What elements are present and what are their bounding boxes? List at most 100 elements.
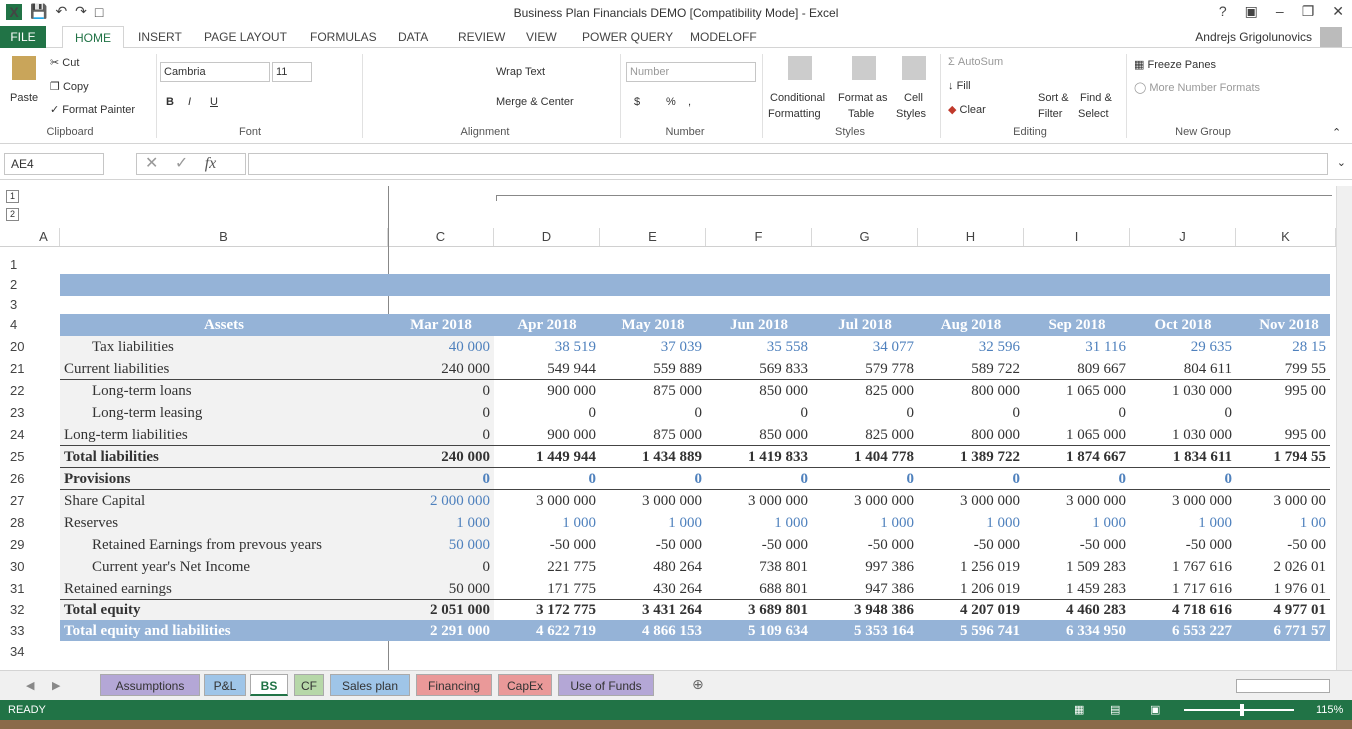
data-cell[interactable]: 3 000 000 (1130, 490, 1236, 512)
data-cell[interactable]: 900 000 (494, 424, 600, 446)
data-cell[interactable]: 738 801 (706, 556, 812, 578)
row-label[interactable]: Reserves (60, 512, 388, 534)
row-header[interactable]: 23 (0, 402, 28, 424)
data-cell[interactable]: 569 833 (706, 358, 812, 380)
data-cell[interactable]: 0 (1130, 402, 1236, 424)
data-cell[interactable]: 3 000 000 (812, 490, 918, 512)
data-cell[interactable]: 32 596 (918, 336, 1024, 358)
data-cell[interactable]: 40 000 (388, 336, 494, 358)
data-cell[interactable]: 1 404 778 (812, 446, 918, 468)
data-cell[interactable]: 1 717 616 (1130, 578, 1236, 600)
column-header-a[interactable]: A (28, 228, 60, 246)
data-cell[interactable]: 995 00 (1236, 424, 1330, 446)
data-cell[interactable]: 0 (812, 402, 918, 424)
data-cell[interactable]: 1 459 283 (1024, 578, 1130, 600)
data-cell[interactable]: 1 509 283 (1024, 556, 1130, 578)
cancel-icon[interactable]: ✕ (145, 155, 158, 172)
tab-power-query[interactable]: POWER QUERY (582, 26, 673, 48)
cell-styles-button[interactable]: Cell (904, 92, 923, 104)
insert-function-button[interactable]: fx (205, 155, 217, 172)
data-cell[interactable]: 589 722 (918, 358, 1024, 380)
row-header[interactable]: 1 (0, 254, 28, 276)
data-cell[interactable]: -50 000 (1130, 534, 1236, 556)
data-cell[interactable]: 50 000 (388, 578, 494, 600)
column-header-c[interactable]: C (388, 228, 494, 246)
row-label[interactable]: Current liabilities (60, 358, 388, 380)
data-cell[interactable]: 559 889 (600, 358, 706, 380)
underline-button[interactable]: U (210, 96, 218, 108)
clear-button[interactable]: ◆ Clear (948, 103, 986, 116)
data-cell[interactable]: 1 874 667 (1024, 446, 1130, 468)
user-name[interactable]: Andrejs Grigolunovics (1195, 30, 1312, 44)
data-cell[interactable]: 0 (600, 468, 706, 490)
wrap-text-button[interactable]: Wrap Text (496, 66, 545, 78)
tab-insert[interactable]: INSERT (138, 26, 182, 48)
merge-center-button[interactable]: Merge & Center (496, 96, 574, 108)
month-header[interactable]: Apr 2018 (494, 314, 600, 336)
data-cell[interactable]: 1 000 (1024, 512, 1130, 534)
format-as-table-icon[interactable] (852, 56, 876, 80)
data-cell[interactable]: 6 771 57 (1236, 620, 1330, 642)
column-header-g[interactable]: G (812, 228, 918, 246)
data-cell[interactable]: 1 834 611 (1130, 446, 1236, 468)
formula-input[interactable] (248, 153, 1328, 175)
collapse-ribbon-icon[interactable]: ⌃ (1332, 126, 1341, 139)
more-number-formats-button[interactable]: ◯ More Number Formats (1134, 81, 1260, 94)
data-cell[interactable]: 0 (600, 402, 706, 424)
row-header[interactable]: 22 (0, 380, 28, 402)
autosum-button[interactable]: Σ AutoSum (948, 56, 1003, 68)
data-cell[interactable]: -50 000 (1024, 534, 1130, 556)
zoom-slider-thumb[interactable] (1240, 704, 1244, 716)
data-cell[interactable]: 1 000 (494, 512, 600, 534)
data-cell[interactable]: -50 000 (494, 534, 600, 556)
data-cell[interactable]: 1 449 944 (494, 446, 600, 468)
column-header-h[interactable]: H (918, 228, 1024, 246)
format-as-table-button[interactable]: Format as (838, 92, 888, 104)
row-label[interactable]: Total liabilities (60, 446, 388, 468)
normal-view-icon[interactable]: ▦ (1074, 700, 1084, 720)
outline-group-bar[interactable] (496, 195, 1332, 201)
data-cell[interactable] (1236, 402, 1330, 424)
sheet-tab[interactable]: Sales plan (330, 674, 410, 696)
row-label[interactable]: Retained Earnings from prevous years (60, 534, 388, 556)
column-header-f[interactable]: F (706, 228, 812, 246)
tab-data[interactable]: DATA (398, 26, 428, 48)
data-cell[interactable]: 4 622 719 (494, 620, 600, 642)
column-header-b[interactable]: B (60, 228, 388, 246)
month-header[interactable]: Jun 2018 (706, 314, 812, 336)
sheet-tab[interactable]: CapEx (498, 674, 552, 696)
data-cell[interactable]: 0 (706, 402, 812, 424)
data-cell[interactable]: 1 030 000 (1130, 380, 1236, 402)
comma-button[interactable]: , (688, 96, 691, 108)
data-cell[interactable]: 0 (1024, 402, 1130, 424)
fill-button[interactable]: ↓ Fill (948, 80, 971, 92)
page-break-view-icon[interactable]: ▣ (1150, 700, 1160, 720)
row-header[interactable]: 25 (0, 446, 28, 468)
data-cell[interactable]: 171 775 (494, 578, 600, 600)
cut-button[interactable]: ✂ Cut (50, 56, 79, 69)
data-cell[interactable]: 549 944 (494, 358, 600, 380)
month-header[interactable]: Nov 2018 (1236, 314, 1342, 336)
data-cell[interactable]: 0 (1130, 468, 1236, 490)
data-cell[interactable]: 1 000 (812, 512, 918, 534)
row-label[interactable]: Long-term liabilities (60, 424, 388, 446)
row-header[interactable]: 2 (0, 274, 28, 296)
data-cell[interactable]: 1 00 (1236, 512, 1330, 534)
data-cell[interactable]: 579 778 (812, 358, 918, 380)
data-cell[interactable]: 1 000 (918, 512, 1024, 534)
data-cell[interactable]: -50 000 (812, 534, 918, 556)
data-cell[interactable]: 1 389 722 (918, 446, 1024, 468)
data-cell[interactable]: 240 000 (388, 358, 494, 380)
data-cell[interactable]: 0 (494, 468, 600, 490)
prev-sheet-icon[interactable]: ◀ (26, 679, 34, 692)
data-cell[interactable]: 0 (388, 556, 494, 578)
column-header-k[interactable]: K (1236, 228, 1336, 246)
data-cell[interactable]: 995 00 (1236, 380, 1330, 402)
data-cell[interactable]: 29 635 (1130, 336, 1236, 358)
data-cell[interactable]: 34 077 (812, 336, 918, 358)
cell-styles-icon[interactable] (902, 56, 926, 80)
tab-view[interactable]: VIEW (526, 26, 557, 48)
data-cell[interactable]: 3 000 000 (600, 490, 706, 512)
freeze-panes-button[interactable]: ▦ Freeze Panes (1134, 58, 1216, 71)
data-cell[interactable]: 850 000 (706, 424, 812, 446)
